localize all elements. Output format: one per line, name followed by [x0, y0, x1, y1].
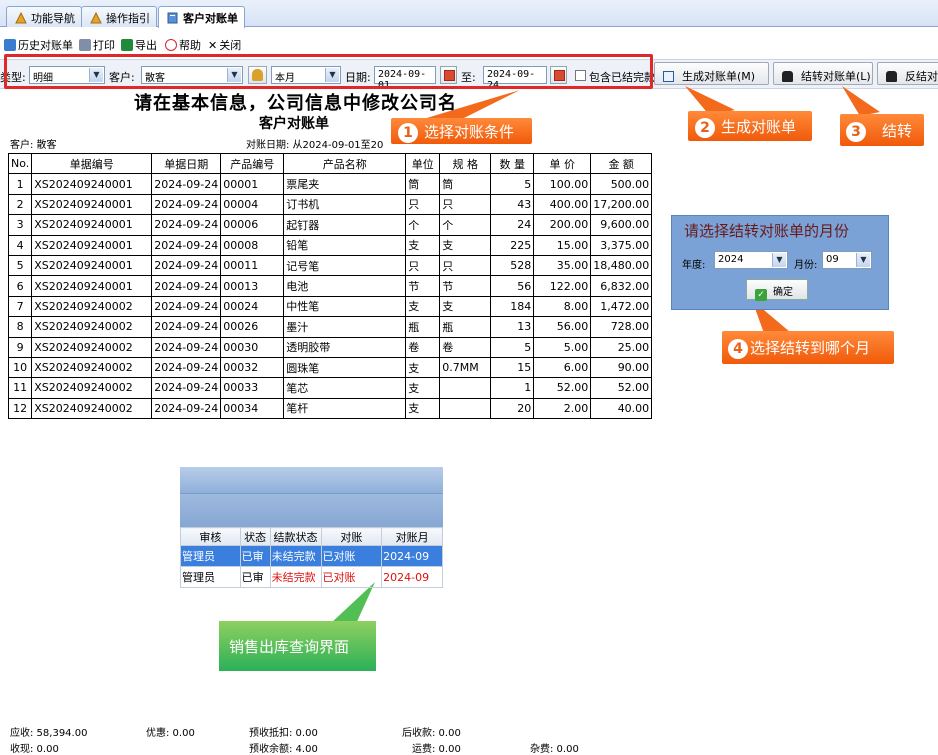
close-icon: ✕: [208, 39, 218, 52]
green-callout-arrow: [330, 582, 375, 626]
callout-select-month: 4 选择结转到哪个月: [722, 331, 894, 364]
confirm-button[interactable]: ✓ 确定: [746, 279, 808, 301]
table-header-row: No. 单据编号 单据日期 产品编号 产品名称 单位 规 格 数 量 单 价 金…: [7, 152, 653, 175]
grid-header-band: [180, 467, 443, 493]
generate-statement-button[interactable]: 生成对账单(M): [654, 62, 769, 85]
tab-label: 功能导航: [31, 12, 75, 25]
table-row: 8 XS202409240002 2024-09-24 00026 墨汁瓶瓶 13 56.0…: [7, 316, 653, 338]
post-receipt-total: 后收款: 0.00: [402, 728, 461, 739]
unlock-icon: [886, 71, 897, 82]
table-row: 11 XS202409240002 2024-09-24 00033 笔芯支 1 52.00…: [7, 377, 653, 399]
col-price: 单 价: [533, 152, 592, 175]
help-button[interactable]: 帮助: [165, 37, 201, 53]
print-button[interactable]: 打印: [79, 37, 115, 53]
tab-function-nav[interactable]: 功能导航: [6, 6, 82, 27]
history-icon: [4, 39, 16, 51]
statement-period: 对账日期: 从2024-09-01至20: [246, 140, 384, 151]
tab-operation-guide[interactable]: 操作指引: [81, 6, 157, 27]
chevron-down-icon: ▼: [856, 253, 870, 267]
reverse-carry-button[interactable]: 反结对: [877, 62, 938, 85]
callout-sales-outbound: 销售出库查询界面: [219, 621, 376, 671]
statement-table: No. 单据编号 单据日期 产品编号 产品名称 单位 规 格 数 量 单 价 金…: [7, 152, 653, 420]
main-toolbar: 历史对账单 打印 导出 帮助 ✕ 关闭: [0, 34, 938, 54]
lock-icon: [782, 71, 793, 82]
nav-icon: [15, 11, 27, 24]
year-label: 年度:: [682, 260, 706, 271]
col-reconcile[interactable]: 对账: [320, 527, 383, 546]
chevron-down-icon: ▼: [772, 253, 786, 267]
table-row: 7 XS202409240002 2024-09-24 00024 中性笔支支 184 8.…: [7, 295, 653, 318]
callout-select-conditions: 1 选择对账条件: [391, 118, 532, 144]
table-row: 12 XS202409240002 2024-09-24 00034 笔杆支 20 2.00…: [7, 397, 653, 420]
month-label: 月份:: [794, 260, 818, 271]
table-row: 3 XS202409240001 2024-09-24 00006 起钉器个个 24 200…: [7, 214, 653, 236]
col-audit[interactable]: 审核: [180, 527, 241, 546]
col-spec: 规 格: [439, 152, 492, 175]
table-row: 9 XS202409240002 2024-09-24 00030 透明胶带卷卷 5 5.0…: [7, 336, 653, 358]
table-row: 2 XS202409240001 2024-09-24 00004 订书机只只 43 400…: [7, 193, 653, 216]
filter-highlight-box: [4, 54, 653, 89]
close-button[interactable]: ✕ 关闭: [208, 37, 241, 53]
grid-row[interactable]: 管理员 已审 未结完款 已对账 2024-09: [180, 566, 443, 588]
list-icon: [663, 71, 674, 82]
col-product-name: 产品名称: [283, 152, 407, 175]
grid-header-row: 审核 状态 结款状态 对账 对账月: [180, 527, 443, 546]
help-icon: [165, 39, 177, 51]
month-panel-title: 请选择结转对账单的月份: [684, 222, 850, 240]
prepay-deduct-total: 预收抵扣: 0.00: [249, 728, 318, 739]
table-row: 1 XS202409240001 2024-09-24 00001 票尾夹筒筒 5 100.…: [7, 173, 653, 195]
grid-row[interactable]: 管理员 已审 未结完款 已对账 2024-09: [180, 545, 443, 567]
carry-forward-button[interactable]: 结转对账单(L): [773, 62, 873, 85]
history-statement-button[interactable]: 历史对账单: [4, 37, 73, 53]
table-row: 5 XS202409240001 2024-09-24 00011 记号笔只只 528 35…: [7, 254, 653, 277]
report-title: 客户对账单: [259, 116, 329, 132]
callout-generate: 2 生成对账单: [688, 111, 812, 141]
company-name: 请在基本信息，公司信息中修改公司名: [134, 93, 457, 114]
callout-carry-forward: 3 结转: [840, 114, 924, 146]
guide-icon: [90, 11, 102, 24]
table-row: 10 XS202409240002 2024-09-24 00032 圆珠笔支 0.7MM…: [7, 356, 653, 379]
col-status[interactable]: 状态: [239, 527, 271, 546]
excel-icon: [121, 39, 133, 51]
sales-outbound-grid: 审核 状态 结款状态 对账 对账月 管理员 已审 未结完款 已对账 2024-09 管理…: [180, 467, 443, 588]
export-button[interactable]: 导出: [121, 37, 157, 53]
year-select[interactable]: 2024 ▼: [714, 251, 788, 269]
callout-3-arrow: [842, 86, 880, 116]
col-qty: 数 量: [490, 152, 535, 175]
tab-customer-statement[interactable]: 客户对账单: [158, 6, 245, 28]
tab-label: 操作指引: [106, 12, 150, 25]
receivable-total: 应收: 58,394.00: [10, 728, 88, 739]
col-settle-status[interactable]: 结款状态: [269, 527, 322, 546]
col-doc-no: 单据编号: [31, 152, 153, 175]
table-row: 6 XS202409240001 2024-09-24 00013 电池节节 56 122.…: [7, 275, 653, 297]
col-unit: 单位: [405, 152, 441, 175]
grid-group-band: [180, 493, 443, 527]
col-no: No.: [7, 152, 33, 175]
customer-info: 客户: 散客: [10, 140, 57, 151]
table-row: 4 XS202409240001 2024-09-24 00008 铅笔支支 225 15.…: [7, 234, 653, 256]
discount-total: 优惠: 0.00: [146, 728, 195, 739]
col-product-code: 产品编号: [220, 152, 285, 175]
col-reconcile-month[interactable]: 对账月: [381, 527, 443, 546]
tab-label: 客户对账单: [183, 12, 238, 25]
month-select-panel: 请选择结转对账单的月份 年度: 2024 ▼ 月份: 09 ▼ ✓ 确定: [671, 215, 889, 310]
printer-icon: [79, 39, 91, 51]
check-icon: ✓: [755, 289, 767, 301]
tab-strip: 功能导航 操作指引 客户对账单: [0, 0, 938, 28]
col-doc-date: 单据日期: [151, 152, 222, 175]
doc-icon: [167, 12, 179, 24]
month-select[interactable]: 09 ▼: [822, 251, 872, 269]
col-amount: 金 额: [590, 152, 653, 175]
